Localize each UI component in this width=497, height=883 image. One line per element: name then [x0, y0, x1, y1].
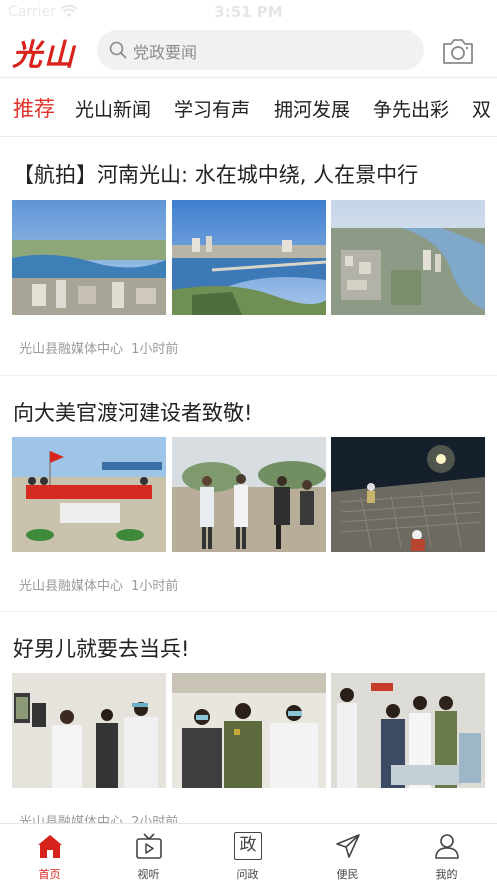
- tab-strive-excellence[interactable]: 争先出彩: [373, 95, 449, 122]
- article-thumbnail: [12, 673, 166, 788]
- tab-partial[interactable]: 双: [472, 95, 491, 122]
- send-icon: [336, 834, 360, 858]
- search-icon: [109, 41, 127, 59]
- article-meta: 光山县融媒体中心 1小时前: [19, 575, 178, 594]
- article-meta: 光山县融媒体中心 1小时前: [19, 338, 178, 357]
- tab-recommended[interactable]: 推荐: [13, 93, 55, 123]
- user-icon: [435, 834, 459, 859]
- article-thumbnail: [172, 437, 326, 552]
- zheng-icon: 政: [234, 832, 262, 860]
- tab-guangshan-news[interactable]: 光山新闻: [75, 95, 151, 122]
- article-thumbnail: [172, 200, 326, 315]
- search-placeholder: 党政要闻: [133, 43, 198, 62]
- channel-tabs: 推荐 光山新闻 学习有声 拥河发展 争先出彩 双: [0, 79, 497, 137]
- article-thumbnail: [331, 200, 485, 315]
- tabbar-video[interactable]: 视听: [99, 824, 198, 883]
- article-title: 【航拍】河南光山: 水在城中绕, 人在景中行: [13, 163, 419, 187]
- news-item[interactable]: 【航拍】河南光山: 水在城中绕, 人在景中行 光山县融媒体中心 1小时前: [0, 137, 497, 375]
- tv-icon: [136, 833, 162, 859]
- article-time: 1小时前: [131, 579, 179, 594]
- tabbar-label: 问政: [236, 868, 259, 881]
- tabbar-label: 首页: [38, 868, 61, 881]
- camera-button[interactable]: [441, 36, 475, 66]
- article-thumbnail: [331, 673, 485, 788]
- tabbar-inquiry[interactable]: 政 问政: [198, 824, 297, 883]
- article-thumbnail: [172, 673, 326, 788]
- app-logo: 光山: [12, 38, 76, 73]
- app-header: Carrier 3:51 PM 光山 党政要闻: [0, 0, 497, 78]
- tabbar-label: 我的: [435, 868, 458, 881]
- news-item[interactable]: 好男儿就要去当兵!: [0, 612, 497, 830]
- tabbar-label: 视听: [137, 868, 160, 881]
- tabbar-profile[interactable]: 我的: [397, 824, 496, 883]
- article-title: 向大美官渡河建设者致敬!: [13, 401, 253, 425]
- tabbar-services[interactable]: 便民: [298, 824, 397, 883]
- article-source: 光山县融媒体中心: [19, 342, 124, 357]
- tabbar-label: 便民: [336, 868, 359, 881]
- article-time: 1小时前: [131, 342, 179, 357]
- article-thumbnail: [12, 200, 166, 315]
- status-time: 3:51 PM: [214, 3, 283, 21]
- tabbar-home[interactable]: 首页: [0, 824, 99, 883]
- home-icon: [38, 835, 62, 858]
- tab-study-audio[interactable]: 学习有声: [174, 95, 250, 122]
- status-bar: Carrier 3:51 PM: [0, 0, 497, 26]
- article-source: 光山县融媒体中心: [19, 579, 124, 594]
- article-thumbnail: [331, 437, 485, 552]
- camera-icon: [443, 39, 473, 64]
- search-input[interactable]: 党政要闻: [97, 30, 424, 70]
- article-title: 好男儿就要去当兵!: [13, 637, 190, 661]
- bottom-tab-bar: 首页 视听 政 问政 便民 我的: [0, 823, 497, 883]
- news-item[interactable]: 向大美官渡河建设者致敬! 光山县融媒体中心 1小时前: [0, 376, 497, 612]
- article-thumbnail: [12, 437, 166, 552]
- tab-river-development[interactable]: 拥河发展: [274, 95, 350, 122]
